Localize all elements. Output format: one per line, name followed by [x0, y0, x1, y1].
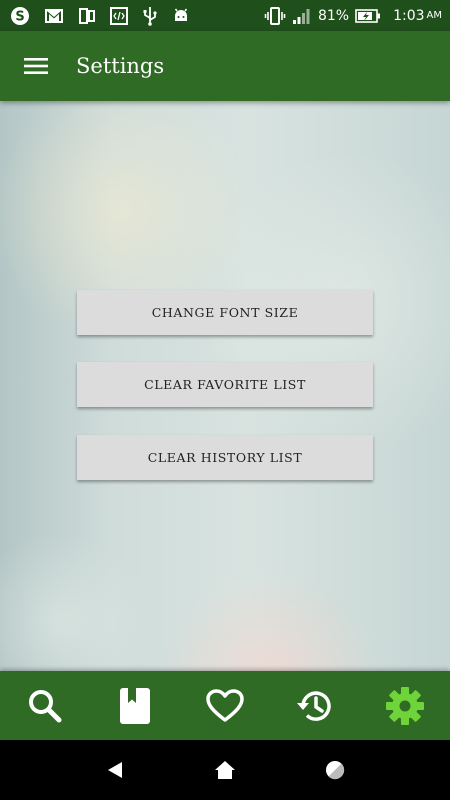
app-bar: Settings [0, 31, 450, 101]
search-icon [29, 689, 62, 722]
tab-settings[interactable] [365, 671, 445, 740]
nav-back-button[interactable] [85, 740, 145, 800]
tab-search[interactable] [5, 671, 85, 740]
status-bar: S 81% 1:03 AM [0, 0, 450, 31]
code-icon [110, 6, 128, 25]
hamburger-menu-icon[interactable] [0, 31, 72, 101]
back-triangle-icon [108, 762, 122, 778]
settings-content: CHANGE FONT SIZE CLEAR FAVORITE LIST CLE… [0, 101, 450, 671]
android-icon [172, 7, 190, 25]
bookmark-book-icon [120, 687, 150, 724]
system-nav-bar [0, 740, 450, 800]
tab-favorites[interactable] [185, 671, 265, 740]
heart-icon [206, 688, 244, 722]
system-indicators: 81% 1:03 AM [258, 6, 442, 26]
change-font-size-button[interactable]: CHANGE FONT SIZE [77, 290, 373, 335]
home-icon [215, 761, 235, 779]
clock: 1:03 AM [387, 8, 442, 24]
recents-circle-icon [326, 761, 345, 780]
notification-icons: S [10, 6, 204, 26]
multi-window-icon [78, 7, 96, 25]
clock-ampm: AM [426, 10, 442, 21]
bottom-tab-bar [0, 671, 450, 740]
clock-time: 1:03 [393, 7, 425, 24]
tab-history[interactable] [275, 671, 355, 740]
svg-text:S: S [15, 9, 24, 24]
signal-icon [292, 7, 312, 25]
page-title: Settings [76, 54, 165, 78]
skype-icon: S [10, 6, 30, 26]
gear-icon [386, 686, 424, 725]
nav-recents-button[interactable] [305, 740, 365, 800]
battery-charging-icon [355, 8, 381, 24]
clear-favorite-list-button[interactable]: CLEAR FAVORITE LIST [77, 362, 373, 407]
battery-percent: 81% [317, 7, 350, 24]
gmail-icon [44, 8, 64, 24]
history-icon [297, 690, 331, 721]
nav-home-button[interactable] [195, 740, 255, 800]
usb-icon [142, 6, 158, 26]
clear-history-list-button[interactable]: CLEAR HISTORY LIST [77, 435, 373, 480]
vibrate-icon [264, 6, 286, 26]
tab-bookmarks[interactable] [95, 671, 175, 740]
